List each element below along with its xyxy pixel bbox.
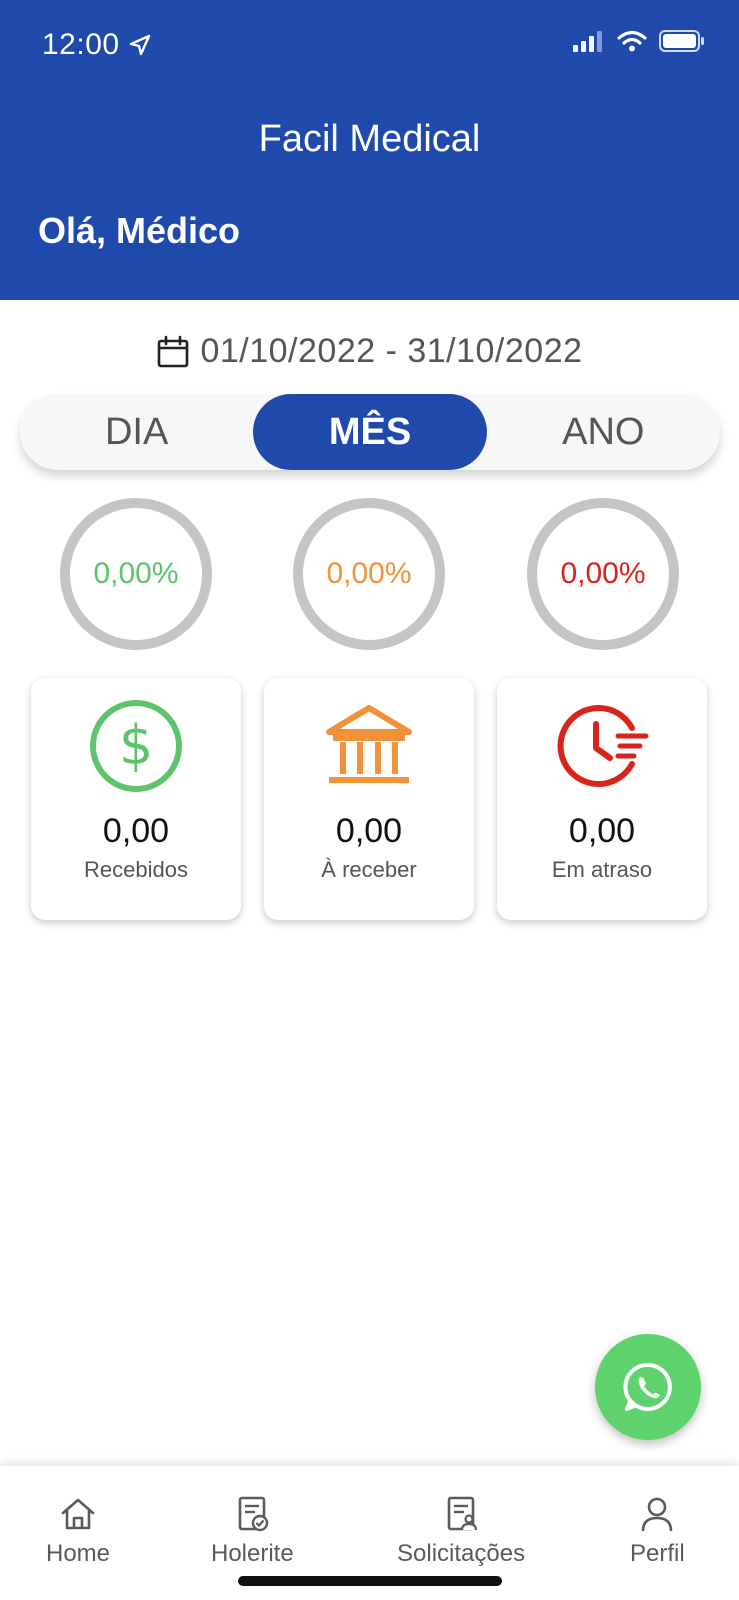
whatsapp-button[interactable] bbox=[595, 1334, 701, 1440]
period-segmented-control: DIA MÊS ANO bbox=[20, 394, 720, 470]
whatsapp-icon bbox=[623, 1362, 672, 1411]
tab-mes[interactable]: MÊS bbox=[253, 394, 487, 470]
receivable-value: 0,00 bbox=[335, 812, 403, 850]
wifi-icon bbox=[617, 30, 647, 52]
nav-perfil-label: Perfil bbox=[630, 1540, 685, 1567]
home-indicator bbox=[238, 1576, 502, 1586]
app-screen: 12:00 Facil Medical Olá, Médico 01/10/20… bbox=[0, 0, 739, 1600]
battery-icon bbox=[659, 30, 704, 52]
received-percent-text: 0,00% bbox=[93, 557, 179, 590]
nav-holerite-label: Holerite bbox=[211, 1540, 294, 1567]
request-icon bbox=[441, 1494, 481, 1534]
receivable-percent-text: 0,00% bbox=[326, 557, 412, 590]
calendar-icon bbox=[158, 335, 189, 367]
date-range-selector[interactable]: 01/10/2022 - 31/10/2022 bbox=[0, 332, 739, 371]
nav-holerite[interactable]: Holerite bbox=[211, 1494, 294, 1568]
tab-dia[interactable]: DIA bbox=[20, 394, 253, 470]
receivable-label: À receber bbox=[321, 857, 417, 882]
status-indicators bbox=[573, 30, 705, 52]
signal-icon bbox=[573, 31, 602, 52]
location-arrow-icon bbox=[129, 34, 150, 56]
payslip-icon bbox=[232, 1494, 272, 1534]
tab-ano[interactable]: ANO bbox=[487, 394, 720, 470]
nav-perfil[interactable]: Perfil bbox=[630, 1494, 685, 1568]
home-icon bbox=[58, 1494, 98, 1534]
received-percent-ring: 0,00% bbox=[60, 498, 212, 650]
overdue-percent-text: 0,00% bbox=[560, 557, 646, 590]
overdue-label: Em atraso bbox=[551, 857, 653, 882]
status-time-text: 12:00 bbox=[42, 28, 120, 61]
nav-solicitacoes-label: Solicitações bbox=[397, 1540, 526, 1567]
nav-home-label: Home bbox=[46, 1540, 111, 1567]
nav-home[interactable]: Home bbox=[46, 1494, 110, 1568]
received-value: 0,00 bbox=[102, 812, 170, 850]
header-bar: 12:00 Facil Medical Olá, Médico bbox=[0, 0, 739, 300]
receivable-percent-ring: 0,00% bbox=[293, 498, 445, 650]
greeting-text: Olá, Médico bbox=[38, 210, 241, 251]
date-range-text: 01/10/2022 - 31/10/2022 bbox=[200, 332, 583, 370]
app-title: Facil Medical bbox=[258, 118, 481, 160]
receivable-card[interactable]: 0,00 À receber bbox=[264, 678, 474, 920]
user-icon bbox=[637, 1494, 677, 1534]
received-label: Recebidos bbox=[84, 857, 188, 882]
overdue-card[interactable]: 0,00 Em atraso bbox=[497, 678, 707, 920]
clock-late-icon bbox=[552, 696, 652, 796]
nav-solicitacoes[interactable]: Solicitações bbox=[397, 1494, 525, 1568]
overdue-value: 0,00 bbox=[568, 812, 636, 850]
bank-icon bbox=[319, 696, 419, 796]
status-time: 12:00 bbox=[42, 28, 152, 62]
svg-text:$: $ bbox=[119, 714, 153, 777]
overdue-percent-ring: 0,00% bbox=[527, 498, 679, 650]
received-card[interactable]: $ 0,00 Recebidos bbox=[31, 678, 241, 920]
dollar-icon: $ bbox=[86, 696, 186, 796]
